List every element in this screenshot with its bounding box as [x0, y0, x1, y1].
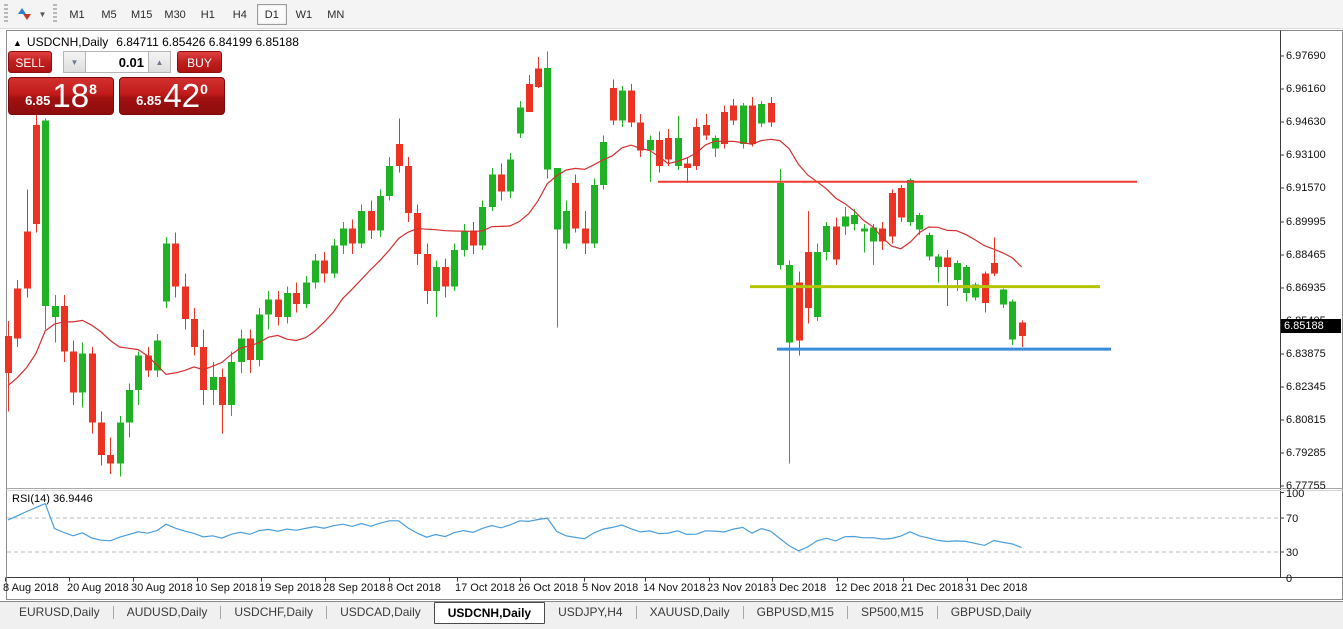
rsi-axis-label: 30 [1286, 547, 1326, 560]
buy-button[interactable]: BUY [177, 51, 222, 73]
ask-price-small: 6.85 [136, 93, 161, 114]
volume-input[interactable] [86, 51, 148, 73]
price-axis-label: 6.79285 [1286, 447, 1341, 460]
price-axis-label: 6.86935 [1286, 282, 1341, 295]
bid-price-small: 6.85 [25, 93, 50, 114]
bid-price-button[interactable]: 6.85 18 8 [8, 77, 114, 115]
price-axis-label: 6.89995 [1286, 216, 1341, 229]
ask-price-button[interactable]: 6.85 42 0 [119, 77, 225, 115]
date-axis-label: 20 Aug 2018 [67, 582, 129, 594]
price-axis-label: 6.83875 [1286, 348, 1341, 361]
date-axis-label: 8 Aug 2018 [3, 582, 59, 594]
bid-price-sup: 8 [89, 78, 97, 97]
tab-xauusd-daily[interactable]: XAUUSD,Daily [637, 602, 743, 623]
ask-price-big: 42 [163, 78, 200, 114]
ohlc-values: 6.84711 6.85426 6.84199 6.85188 [116, 35, 299, 49]
rsi-axis-label: 70 [1286, 513, 1326, 526]
rsi-indicator-label: RSI(14) 36.9446 [12, 493, 93, 505]
date-axis-label: 12 Dec 2018 [835, 582, 897, 594]
volume-stepper: ▼ ▲ [63, 51, 171, 73]
date-axis-label: 10 Sep 2018 [195, 582, 257, 594]
date-axis-label: 8 Oct 2018 [387, 582, 441, 594]
tab-gbpusd-daily[interactable]: GBPUSD,Daily [938, 602, 1045, 623]
chart-tab-bar: EURUSD,DailyAUDUSD,DailyUSDCHF,DailyUSDC… [0, 601, 1343, 629]
date-axis-label: 5 Nov 2018 [582, 582, 638, 594]
date-axis-label: 30 Aug 2018 [131, 582, 193, 594]
date-axis-label: 17 Oct 2018 [455, 582, 515, 594]
tab-audusd-daily[interactable]: AUDUSD,Daily [114, 602, 221, 623]
volume-increase-icon[interactable]: ▲ [148, 51, 171, 73]
price-axis-label: 6.97690 [1286, 50, 1341, 63]
tab-usdjpy-h4[interactable]: USDJPY,H4 [545, 602, 635, 623]
tab-usdcad-daily[interactable]: USDCAD,Daily [327, 602, 434, 623]
tab-gbpusd-m15[interactable]: GBPUSD,M15 [744, 602, 847, 623]
date-axis-label: 14 Nov 2018 [643, 582, 705, 594]
tab-usdcnh-daily[interactable]: USDCNH,Daily [434, 602, 545, 624]
price-axis-label: 6.94630 [1286, 116, 1341, 129]
tab-eurusd-daily[interactable]: EURUSD,Daily [6, 602, 113, 623]
price-axis-label: 6.91570 [1286, 182, 1341, 195]
tab-usdchf-daily[interactable]: USDCHF,Daily [221, 602, 326, 623]
price-axis-label: 6.88465 [1286, 249, 1341, 262]
collapse-triangle-icon[interactable]: ▲ [13, 38, 22, 48]
bid-price-big: 18 [52, 78, 89, 114]
date-axis-label: 19 Sep 2018 [259, 582, 321, 594]
chart-title: ▲ USDCNH,Daily 6.84711 6.85426 6.84199 6.8… [13, 35, 299, 49]
tab-sp500-m15[interactable]: SP500,M15 [848, 602, 937, 623]
ask-price-sup: 0 [200, 78, 208, 97]
date-axis-label: 3 Dec 2018 [770, 582, 826, 594]
date-axis-label: 23 Nov 2018 [707, 582, 769, 594]
date-axis-label: 21 Dec 2018 [901, 582, 963, 594]
rsi-axis-label: 100 [1286, 488, 1326, 501]
date-axis-label: 28 Sep 2018 [323, 582, 385, 594]
chart-client-frame [7, 31, 1343, 600]
rsi-axis-label: 0 [1286, 573, 1326, 586]
volume-decrease-icon[interactable]: ▼ [63, 51, 86, 73]
date-axis-label: 26 Oct 2018 [518, 582, 578, 594]
price-axis-label: 6.93100 [1286, 149, 1341, 162]
price-axis-label: 6.80815 [1286, 414, 1341, 427]
sell-button[interactable]: SELL [8, 51, 52, 73]
symbol-label: USDCNH,Daily [27, 35, 108, 49]
date-axis-label: 31 Dec 2018 [965, 582, 1027, 594]
current-price-badge: 6.85188 [1281, 319, 1341, 333]
price-axis-label: 6.82345 [1286, 381, 1341, 394]
one-click-trading-panel: SELL ▼ ▲ BUY 6.85 18 8 6.85 42 0 [8, 51, 227, 115]
price-axis-label: 6.96160 [1286, 83, 1341, 96]
